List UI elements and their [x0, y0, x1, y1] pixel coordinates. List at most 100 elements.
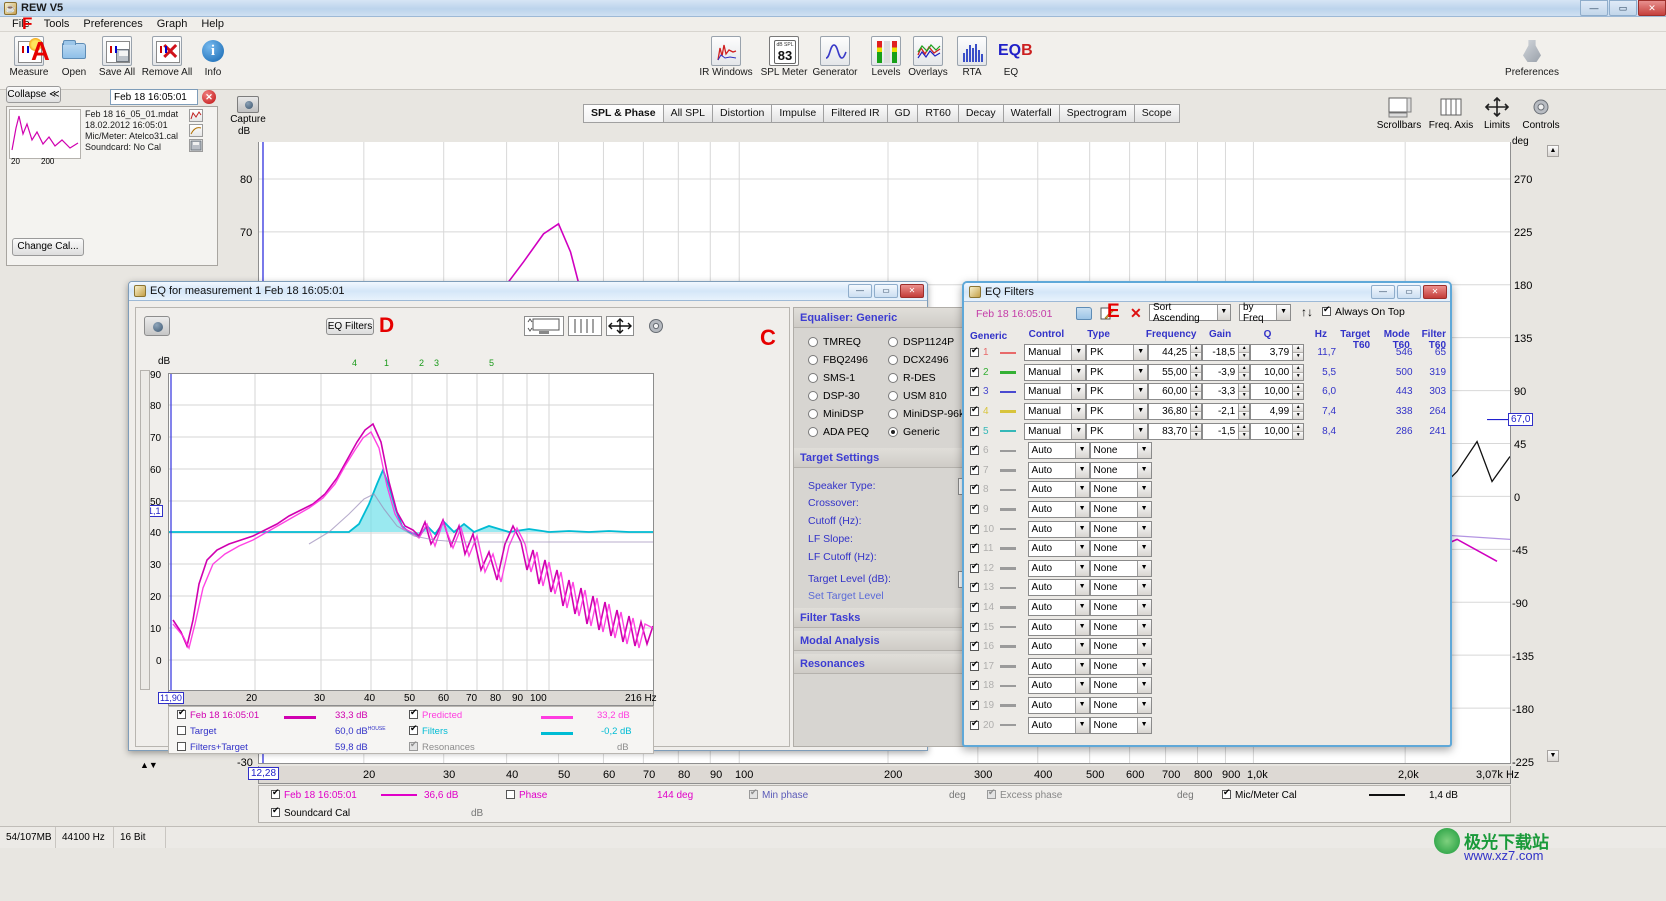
- table-row[interactable]: 1Manual▼PK▼44,25▲▼-18,5▲▼3,79▲▼11,754665: [970, 343, 1446, 363]
- legend-item-mic-cal[interactable]: Mic/Meter Cal: [1222, 790, 1297, 801]
- eq-button[interactable]: EQB EQ: [982, 36, 1040, 78]
- eq-legend-checkbox-filters-target[interactable]: [177, 742, 186, 751]
- table-row[interactable]: 18Auto▼None▼: [970, 676, 1446, 696]
- table-row[interactable]: 2Manual▼PK▼55,00▲▼-3,9▲▼10,00▲▼5,5500319: [970, 363, 1446, 383]
- eq-legend-checkbox-target[interactable]: [177, 726, 186, 735]
- maximize-button[interactable]: ▭: [1609, 0, 1637, 16]
- filter-q-stepper[interactable]: ▲▼: [1292, 404, 1303, 419]
- eq-close-button[interactable]: ✕: [900, 284, 924, 298]
- filter-enable-checkbox[interactable]: [970, 485, 979, 494]
- freq-axis-button[interactable]: Freq. Axis: [1426, 96, 1476, 131]
- eq-resize-arrows[interactable]: ▲▼: [140, 760, 158, 770]
- menu-tools[interactable]: Tools: [37, 17, 77, 32]
- limits-button[interactable]: Limits: [1472, 96, 1522, 131]
- filter-q-value[interactable]: 4,99: [1251, 406, 1292, 417]
- legend-checkbox-phase[interactable]: [506, 790, 515, 799]
- filter-frequency-value[interactable]: 36,80: [1149, 406, 1190, 417]
- controls-button[interactable]: Controls: [1516, 96, 1566, 131]
- legend-checkbox-soundcard-cal[interactable]: [271, 808, 280, 817]
- tab-filtered-ir[interactable]: Filtered IR: [823, 104, 886, 123]
- legend-checkbox-min-phase[interactable]: [749, 790, 758, 799]
- measurement-list-item[interactable]: 1 20 200 Feb 18 16_05_01.mdat 18.02.2012…: [7, 107, 207, 162]
- table-row[interactable]: 8Auto▼None▼: [970, 480, 1446, 500]
- table-row[interactable]: 17Auto▼None▼: [970, 657, 1446, 677]
- eq-legend-checkbox-resonances[interactable]: [409, 742, 418, 751]
- table-row[interactable]: 11Auto▼None▼: [970, 539, 1446, 559]
- filter-enable-checkbox[interactable]: [970, 544, 979, 553]
- tab-rt60[interactable]: RT60: [917, 104, 958, 123]
- eq-legend-checkbox-measurement[interactable]: [177, 710, 186, 719]
- filter-gain-value[interactable]: -18,5: [1203, 347, 1238, 358]
- minimize-button[interactable]: —: [1580, 0, 1608, 16]
- legend-checkbox-excess-phase[interactable]: [987, 790, 996, 799]
- scroll-down-arrow[interactable]: ▼: [1547, 750, 1559, 762]
- eq-maximize-button[interactable]: ▭: [874, 284, 898, 298]
- tab-scope[interactable]: Scope: [1134, 104, 1180, 123]
- filter-enable-checkbox[interactable]: [970, 701, 979, 710]
- scrollbars-button[interactable]: Scrollbars: [1374, 96, 1424, 131]
- eq-filters-button[interactable]: EQ Filters: [326, 318, 374, 335]
- filters-close-button[interactable]: ✕: [1423, 285, 1447, 299]
- measurement-name-input[interactable]: Feb 18 16:05:01: [110, 89, 198, 105]
- filter-enable-checkbox[interactable]: [970, 681, 979, 690]
- radio-dcx2496[interactable]: DCX2496: [888, 354, 949, 366]
- radio-dsp1124p[interactable]: DSP1124P: [888, 336, 954, 348]
- filter-frequency-stepper[interactable]: ▲▼: [1190, 424, 1201, 439]
- change-cal-button[interactable]: Change Cal...: [12, 238, 84, 256]
- eq-camera-button[interactable]: [144, 316, 170, 336]
- filter-q-value[interactable]: 3,79: [1251, 347, 1292, 358]
- tab-waterfall[interactable]: Waterfall: [1003, 104, 1059, 123]
- tab-impulse[interactable]: Impulse: [771, 104, 823, 123]
- filter-frequency-value[interactable]: 60,00: [1149, 386, 1190, 397]
- radio-dsp-30[interactable]: DSP-30: [808, 390, 888, 402]
- radio-r-des[interactable]: R-DES: [888, 372, 936, 384]
- filter-enable-checkbox[interactable]: [970, 368, 979, 377]
- table-row[interactable]: 15Auto▼None▼: [970, 617, 1446, 637]
- filter-enable-checkbox[interactable]: [970, 525, 979, 534]
- eq-legend-checkbox-predicted[interactable]: [409, 710, 418, 719]
- filter-frequency-stepper[interactable]: ▲▼: [1190, 384, 1201, 399]
- filter-q-stepper[interactable]: ▲▼: [1292, 384, 1303, 399]
- filter-enable-checkbox[interactable]: [970, 721, 979, 730]
- legend-item-soundcard-cal[interactable]: Soundcard Cal: [271, 808, 350, 819]
- radio-ada-peq[interactable]: ADA PEQ: [808, 426, 888, 438]
- filter-frequency-value[interactable]: 55,00: [1149, 367, 1190, 378]
- delete-icon[interactable]: ✕: [1130, 305, 1142, 322]
- measurement-save-icon[interactable]: [189, 139, 203, 152]
- filter-gain-stepper[interactable]: ▲▼: [1238, 345, 1249, 360]
- eq-legend-item-filters[interactable]: Filters: [409, 726, 448, 737]
- eq-legend-item-filters-target[interactable]: Filters+Target: [177, 742, 248, 753]
- legend-item-phase[interactable]: Phase: [506, 790, 547, 801]
- radio-usm-810[interactable]: USM 810: [888, 390, 947, 402]
- tab-distortion[interactable]: Distortion: [712, 104, 771, 123]
- folder-icon[interactable]: [1076, 307, 1092, 320]
- filter-enable-checkbox[interactable]: [970, 348, 979, 357]
- menu-help[interactable]: Help: [194, 17, 231, 32]
- radio-minidsp-96k[interactable]: MiniDSP-96k: [888, 408, 964, 420]
- filter-q-value[interactable]: 10,00: [1251, 367, 1292, 378]
- legend-checkbox-measurement[interactable]: [271, 790, 280, 799]
- ir-windows-button[interactable]: IR Windows: [697, 36, 755, 78]
- eq-plot-vertical-scrollbar[interactable]: [140, 370, 150, 690]
- filter-enable-checkbox[interactable]: [970, 387, 979, 396]
- sort-by-combo[interactable]: by Freq▼: [1239, 304, 1291, 321]
- table-row[interactable]: 13Auto▼None▼: [970, 578, 1446, 598]
- preferences-button[interactable]: Preferences: [1498, 36, 1566, 78]
- legend-item-measurement[interactable]: Feb 18 16:05:01: [271, 790, 357, 801]
- filter-frequency-stepper[interactable]: ▲▼: [1190, 365, 1201, 380]
- table-row[interactable]: 7Auto▼None▼: [970, 461, 1446, 481]
- radio-tmreq[interactable]: TMREQ: [808, 336, 888, 348]
- eq-plot[interactable]: [168, 373, 654, 691]
- filter-q-stepper[interactable]: ▲▼: [1292, 365, 1303, 380]
- measurement-curve-icon[interactable]: [189, 124, 203, 137]
- legend-item-excess-phase[interactable]: Excess phase: [987, 790, 1062, 801]
- filter-gain-stepper[interactable]: ▲▼: [1238, 384, 1249, 399]
- table-row[interactable]: 5Manual▼PK▼83,70▲▼-1,5▲▼10,00▲▼8,4286241: [970, 421, 1446, 441]
- tab-all-spl[interactable]: All SPL: [663, 104, 712, 123]
- eq-layout-button-2[interactable]: [568, 316, 602, 336]
- filter-gain-stepper[interactable]: ▲▼: [1238, 424, 1249, 439]
- filter-frequency-value[interactable]: 83,70: [1149, 426, 1190, 437]
- sort-updown-icon[interactable]: ↑↓: [1301, 305, 1313, 319]
- filter-frequency-value[interactable]: 44,25: [1149, 347, 1190, 358]
- eq-legend-checkbox-filters[interactable]: [409, 726, 418, 735]
